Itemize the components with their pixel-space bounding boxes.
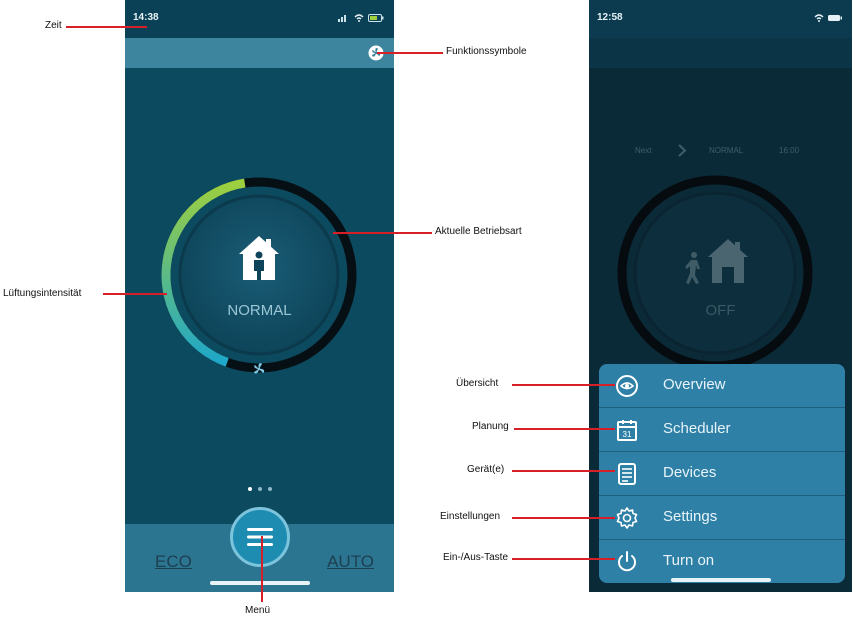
house-person-icon — [239, 236, 279, 280]
hamburger-icon — [247, 528, 273, 546]
devices-icon — [618, 463, 636, 485]
page-dot[interactable] — [257, 487, 262, 491]
phone-main-screen: 14:38 NORMAL ECO AUTO — [125, 0, 394, 592]
menu-item-label: Overview — [663, 376, 726, 393]
menu-item-label: Scheduler — [663, 420, 731, 437]
phone-menu-screen: 12:58 Next NORMAL 16:00 OFF Overview 31 … — [589, 0, 852, 592]
gear-icon — [616, 507, 638, 529]
current-mode-label: OFF — [705, 302, 736, 319]
annotation-lueftungsintensitaet: Lüftungsintensität — [3, 288, 82, 299]
menu-item-scheduler[interactable]: 31 Scheduler — [599, 408, 845, 452]
auto-button[interactable]: AUTO — [327, 552, 374, 572]
home-indicator — [209, 581, 310, 585]
menu-item-label: Devices — [663, 464, 717, 481]
page-dot[interactable] — [247, 487, 252, 491]
menu-item-label: Settings — [663, 508, 718, 525]
menu-button[interactable] — [230, 507, 290, 567]
annotation-line-menu — [261, 536, 263, 602]
eco-button[interactable]: ECO — [155, 552, 192, 572]
annotation-zeit: Zeit — [45, 20, 62, 31]
annotation-geraete: Gerät(e) — [467, 464, 505, 475]
annotation-ein-aus-taste: Ein-/Aus-Taste — [443, 552, 509, 563]
overview-icon — [616, 375, 638, 397]
annotation-aktuelle-betriebsart: Aktuelle Betriebsart — [435, 226, 522, 237]
main-menu: Overview 31 Scheduler Devices Settings T… — [599, 364, 845, 583]
home-indicator — [670, 578, 771, 582]
annotation-funktionssymbole: Funktionssymbole — [446, 46, 527, 57]
annotation-uebersicht: Übersicht — [456, 378, 499, 389]
annotation-einstellungen: Einstellungen — [440, 511, 501, 522]
annotation-line-funktionssymbole — [377, 52, 443, 54]
ventilation-dial — [161, 177, 357, 373]
menu-item-settings[interactable]: Settings — [599, 496, 845, 540]
current-mode-label: NORMAL — [227, 302, 292, 319]
menu-item-overview[interactable]: Overview — [599, 364, 845, 408]
annotation-line-ein-aus-taste — [512, 558, 615, 560]
annotation-planung: Planung — [472, 421, 509, 432]
annotation-line-zeit — [66, 26, 147, 28]
calendar-day-glyph: 31 — [623, 430, 632, 439]
page-dot[interactable] — [267, 487, 272, 491]
annotation-line-geraete — [512, 470, 615, 472]
annotation-menu: Menü — [245, 605, 271, 616]
annotation-line-aktuelle-betriebsart — [333, 232, 432, 234]
annotation-line-uebersicht — [512, 384, 615, 386]
page-indicator — [125, 478, 394, 496]
annotation-line-einstellungen — [512, 517, 615, 519]
away-house-icon — [685, 239, 748, 284]
calendar-icon: 31 — [617, 420, 637, 441]
annotation-line-lueftungsintensitaet — [103, 293, 167, 295]
menu-item-label: Turn on — [663, 552, 715, 569]
fan-speed-icon — [254, 363, 265, 374]
power-icon — [618, 551, 636, 572]
annotation-line-planung — [514, 428, 615, 430]
menu-item-devices[interactable]: Devices — [599, 452, 845, 496]
menu-item-turn-on[interactable]: Turn on — [599, 540, 845, 583]
